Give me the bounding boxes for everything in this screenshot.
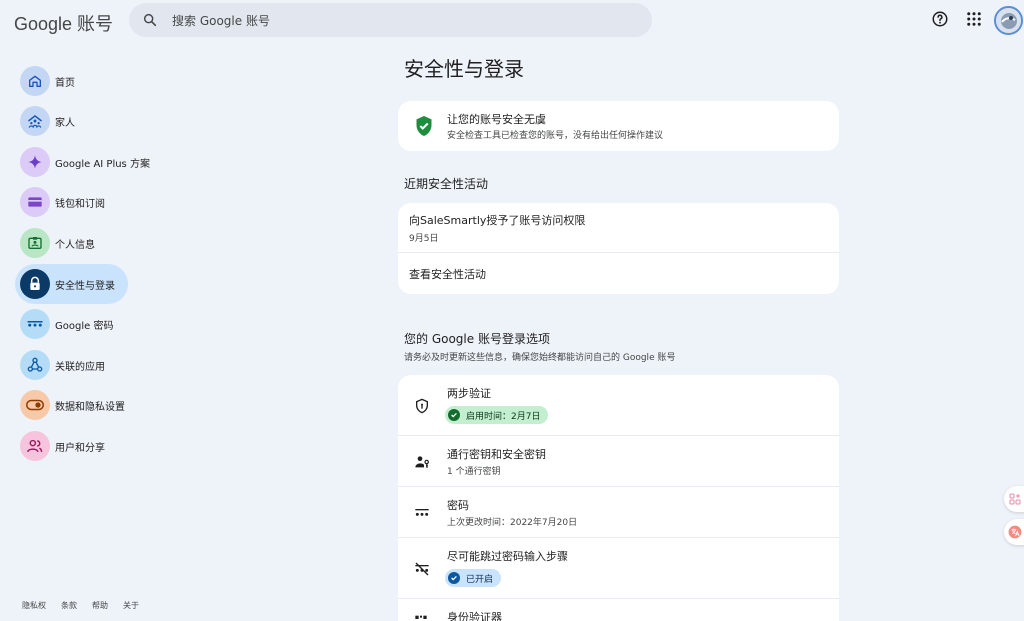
view-activity-row[interactable]: 查看安全性活动 (398, 253, 839, 294)
authenticator-row[interactable]: 身份验证器 (398, 599, 839, 621)
activity-row[interactable]: 向SaleSmartly授予了账号访问权限 9月5日 (398, 203, 839, 253)
grid-plus-icon (1009, 493, 1021, 505)
check-circle-icon (448, 409, 460, 421)
family-icon (20, 106, 50, 136)
people-icon (20, 431, 50, 461)
wallet-icon (20, 187, 50, 217)
password-icon (20, 309, 50, 339)
sidebar-item-family[interactable]: 家人 (15, 101, 265, 141)
page-title: 安全性与登录 (404, 57, 524, 81)
terms-link[interactable]: 条款 (61, 600, 77, 611)
sidebar-item-label: 家人 (55, 117, 75, 129)
sidebar-item-label: 用户和分享 (55, 442, 105, 454)
skip-password-row[interactable]: 尽可能跳过密码输入步骤 已开启 (398, 538, 839, 599)
sparkle-icon (20, 147, 50, 177)
skip-password-status-text: 已开启 (466, 574, 494, 585)
google-account-logo[interactable]: Google 账号 (14, 10, 113, 36)
apps-link-icon (20, 350, 50, 380)
checkup-subtitle: 安全检查工具已检查您的账号，没有给出任何操作建议 (447, 131, 664, 141)
translate-icon (1008, 525, 1022, 539)
authenticator-title: 身份验证器 (447, 611, 502, 621)
person-key-icon (415, 456, 429, 468)
skip-password-status-badge: 已开启 (445, 569, 502, 587)
two-step-status-badge: 启用时间：2月7日 (445, 406, 549, 424)
sidebar-item-label: 钱包和订阅 (55, 198, 105, 210)
sidebar-item-label: Google AI Plus 方案 (55, 158, 150, 170)
sidebar-item-connected-apps[interactable]: 关联的应用 (15, 345, 265, 385)
privacy-link[interactable]: 隐私权 (22, 600, 46, 611)
sidebar-item-wallet[interactable]: 钱包和订阅 (15, 182, 265, 222)
sidebar-item-personal-info[interactable]: 个人信息 (15, 223, 265, 263)
activity-date: 9月5日 (409, 234, 439, 244)
passkeys-title: 通行密钥和安全密钥 (447, 448, 546, 461)
floating-translate-button[interactable] (1004, 519, 1024, 545)
password-off-icon (415, 562, 429, 576)
passkeys-row[interactable]: 通行密钥和安全密钥 1 个通行密钥 (398, 436, 839, 487)
sidebar-item-label: 个人信息 (55, 239, 95, 251)
footer-links: 隐私权 条款 帮助 关于 (22, 600, 139, 611)
sidebar-item-label: 安全性与登录 (55, 280, 115, 292)
password-row[interactable]: 密码 上次更改时间：2022年7月20日 (398, 487, 839, 538)
sidebar-item-label: Google 密码 (55, 320, 114, 332)
about-link[interactable]: 关于 (123, 600, 139, 611)
sidebar-item-label: 首页 (55, 77, 75, 89)
recent-activity-card: 向SaleSmartly授予了账号访问权限 9月5日 查看安全性活动 (398, 203, 839, 294)
two-step-title: 两步验证 (447, 387, 491, 400)
sidebar-item-label: 关联的应用 (55, 361, 105, 373)
signin-options-card: 两步验证 启用时间：2月7日 通行密钥和安全密钥 1 个通行密钥 密码 上次更改… (398, 375, 839, 621)
id-card-icon (20, 228, 50, 258)
check-circle-icon (448, 572, 460, 584)
sidebar-item-people-sharing[interactable]: 用户和分享 (15, 426, 265, 466)
search-input[interactable]: 搜索 Google 账号 (172, 12, 270, 29)
sidebar-item-passwords[interactable]: Google 密码 (15, 304, 265, 344)
two-step-status-text: 启用时间：2月7日 (466, 411, 541, 422)
signin-options-heading: 您的 Google 账号登录选项 (404, 332, 550, 346)
shield-check-icon (416, 116, 432, 136)
password-last-changed: 上次更改时间：2022年7月20日 (447, 518, 578, 528)
skip-password-title: 尽可能跳过密码输入步骤 (447, 550, 568, 563)
two-step-row[interactable]: 两步验证 启用时间：2月7日 (398, 375, 839, 436)
password-title: 密码 (447, 499, 469, 512)
avatar[interactable] (994, 6, 1023, 35)
search-icon (143, 13, 157, 27)
shield-icon (416, 398, 428, 414)
sidebar-item-security[interactable]: 安全性与登录 (15, 264, 128, 304)
security-checkup-card[interactable]: 让您的账号安全无虞 安全检查工具已检查您的账号，没有给出任何操作建议 (398, 101, 839, 151)
help-icon[interactable] (931, 10, 949, 28)
passkeys-count: 1 个通行密钥 (447, 467, 501, 477)
recent-activity-heading: 近期安全性活动 (404, 177, 489, 191)
apps-grid-icon[interactable] (965, 10, 983, 28)
home-icon (20, 66, 50, 96)
password-dots-icon (415, 509, 429, 516)
view-activity-link[interactable]: 查看安全性活动 (409, 266, 486, 282)
help-link[interactable]: 帮助 (92, 600, 108, 611)
search-bar[interactable]: 搜索 Google 账号 (129, 3, 652, 37)
floating-widget-button[interactable] (1004, 486, 1024, 512)
checkup-title: 让您的账号安全无虞 (447, 113, 546, 126)
sidebar-item-data-privacy[interactable]: 数据和隐私设置 (15, 385, 265, 425)
toggle-icon (20, 390, 50, 420)
top-bar: Google 账号 搜索 Google 账号 (0, 0, 1024, 42)
activity-title: 向SaleSmartly授予了账号访问权限 (409, 214, 586, 227)
lock-icon (20, 269, 50, 299)
sidebar-item-home[interactable]: 首页 (15, 61, 265, 101)
avatar-image-icon (996, 8, 1021, 33)
sidebar-item-label: 数据和隐私设置 (55, 401, 125, 413)
signin-options-subtitle: 请务必及时更新这些信息，确保您始终都能访问自己的 Google 账号 (404, 353, 676, 363)
authenticator-icon (415, 615, 427, 619)
sidebar-item-ai-plus[interactable]: Google AI Plus 方案 (15, 142, 265, 182)
